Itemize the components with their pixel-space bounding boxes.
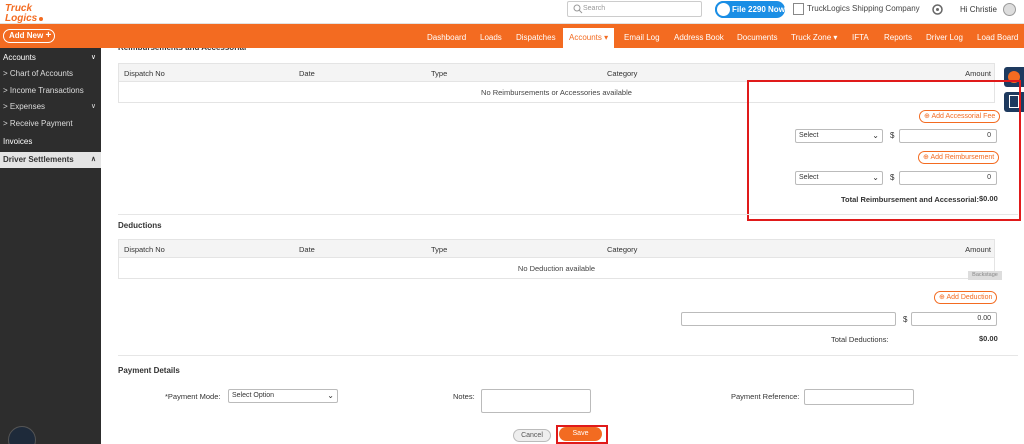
payment-mode-label: *Payment Mode:: [165, 392, 221, 401]
svg-text:Logics: Logics: [5, 13, 38, 23]
file-2290-button[interactable]: File 2290 Now: [715, 1, 785, 18]
highlight-box: [556, 425, 608, 444]
column-header: Date: [299, 69, 315, 78]
avatar[interactable]: [1003, 3, 1016, 16]
nav-documents[interactable]: Documents: [737, 33, 777, 42]
deductions-title: Deductions: [118, 221, 162, 230]
column-header: Type: [431, 69, 448, 78]
column-header: Category: [607, 245, 638, 254]
empty-message: No Deduction available: [517, 264, 596, 273]
table-row: No Deduction available: [119, 258, 994, 279]
column-header: Amount: [965, 245, 991, 254]
sidebar-item-expenses[interactable]: > Expenses ∨: [0, 99, 101, 115]
file-2290-icon: [715, 1, 732, 18]
table-header: Dispatch No Date Type Category Amount: [119, 240, 994, 258]
nav-load-board[interactable]: Load Board: [977, 33, 1018, 42]
nav-reports[interactable]: Reports: [884, 33, 912, 42]
sidebar-item-chart-of-accounts[interactable]: > Chart of Accounts: [0, 66, 101, 82]
nav-driver-log[interactable]: Driver Log: [926, 33, 963, 42]
column-header: Dispatch No: [124, 69, 165, 78]
divider: [118, 355, 1018, 356]
user-greeting[interactable]: Hi Christie: [960, 5, 997, 14]
search-icon: [573, 4, 583, 14]
column-header: Category: [607, 69, 638, 78]
chevron-down-icon: ∨: [90, 54, 96, 61]
main-nav: Add New + Dashboard Loads Dispatches Acc…: [0, 24, 1024, 48]
chevron-down-icon: ▾: [833, 33, 838, 42]
sidebar-item-accounts[interactable]: Accounts ∨: [0, 50, 101, 66]
nav-accounts[interactable]: Accounts ▾: [563, 28, 615, 48]
total-deductions-value: $0.00: [979, 334, 998, 343]
payment-reference-label: Payment Reference:: [731, 392, 800, 401]
watermark: Backstage: [968, 271, 1002, 280]
column-header: Dispatch No: [124, 245, 165, 254]
sidebar-item-driver-settlements[interactable]: Driver Settlements ∧: [0, 152, 101, 168]
divider: [118, 214, 1018, 215]
column-header: Date: [299, 245, 315, 254]
currency-symbol: $: [903, 315, 908, 324]
sidebar-item-receive-payment[interactable]: > Receive Payment: [0, 116, 101, 132]
nav-truck-zone[interactable]: Truck Zone ▾: [791, 33, 837, 42]
trucklogics-logo[interactable]: Truck Logics: [4, 1, 56, 23]
add-new-button[interactable]: Add New +: [3, 29, 55, 43]
notes-textarea[interactable]: [481, 389, 591, 413]
nav-address-book[interactable]: Address Book: [674, 33, 724, 42]
payment-mode-select[interactable]: Select Option ⌄: [228, 389, 338, 403]
payment-reference-input[interactable]: [804, 389, 914, 405]
total-deductions-label: Total Deductions:: [831, 335, 889, 344]
building-icon: [793, 3, 804, 15]
company-name[interactable]: TruckLogics Shipping Company: [793, 3, 920, 15]
sidebar-item-invoices[interactable]: Invoices: [0, 134, 101, 150]
sidebar-item-income-transactions[interactable]: > Income Transactions: [0, 83, 101, 99]
chevron-down-icon: ▾: [604, 33, 609, 42]
nav-dispatches[interactable]: Dispatches: [516, 33, 556, 42]
payment-details-title: Payment Details: [118, 366, 180, 375]
nav-dashboard[interactable]: Dashboard: [427, 33, 466, 42]
chevron-down-icon: ∨: [90, 103, 96, 110]
column-header: Type: [431, 245, 448, 254]
search-input[interactable]: Search: [567, 1, 702, 17]
top-bar: Truck Logics Search File 2290 Now TruckL…: [0, 0, 1024, 24]
chevron-up-icon: ∧: [90, 156, 96, 163]
nav-ifta[interactable]: IFTA: [852, 33, 869, 42]
nav-email-log[interactable]: Email Log: [624, 33, 660, 42]
column-header: Amount: [965, 69, 991, 78]
add-deduction-button[interactable]: ⊕ Add Deduction: [934, 291, 998, 304]
gear-icon[interactable]: [931, 3, 944, 16]
deduction-amount-input[interactable]: 0.00: [911, 312, 997, 326]
deduction-description-input[interactable]: [681, 312, 896, 326]
notes-label: Notes:: [453, 392, 475, 401]
cancel-button[interactable]: Cancel: [513, 429, 551, 442]
chevron-down-icon: ⌄: [327, 391, 334, 400]
highlight-box: [747, 80, 1021, 221]
sidebar: Accounts ∨ > Chart of Accounts > Income T…: [0, 48, 101, 444]
nav-loads[interactable]: Loads: [480, 33, 502, 42]
search-placeholder: Search: [583, 5, 606, 12]
deductions-table: Dispatch No Date Type Category Amount No…: [118, 239, 995, 279]
